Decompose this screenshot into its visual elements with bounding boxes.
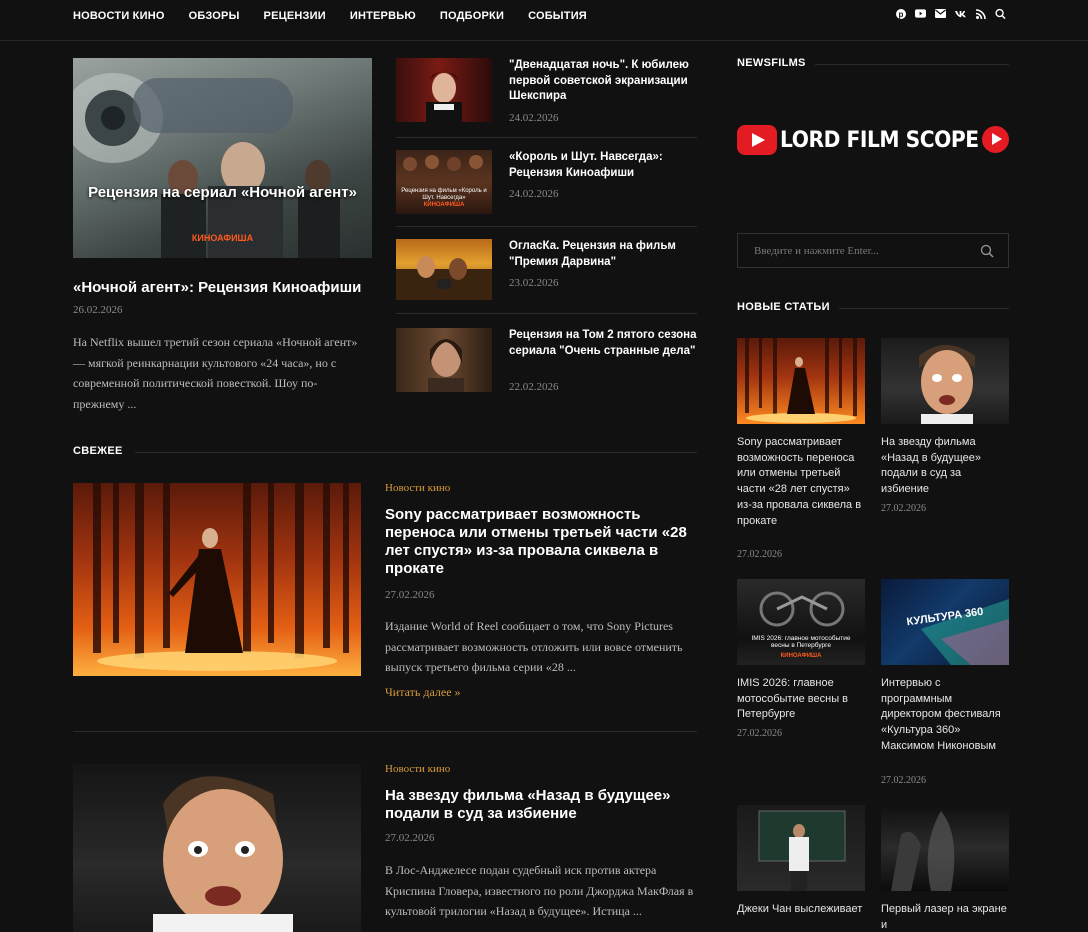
vk-icon[interactable] — [955, 8, 966, 19]
fresh-post-image[interactable] — [73, 483, 361, 676]
nav-item-collections[interactable]: ПОДБОРКИ — [440, 10, 504, 22]
sidebar-article-date: 27.02.2026 — [737, 728, 782, 739]
rss-icon[interactable] — [975, 8, 986, 19]
play-logo-icon — [737, 125, 777, 155]
list-item[interactable]: ОгласКа. Рецензия на фильм "Премия Дарви… — [396, 239, 697, 301]
sidebar-thumb-brand: КИНОАФИША — [780, 653, 822, 659]
nav-item-critiques[interactable]: РЕЦЕНЗИИ — [264, 10, 326, 22]
divider — [73, 731, 697, 732]
sidebar-article-thumbnail[interactable] — [881, 805, 1009, 891]
main-menu: НОВОСТИ КИНО ОБЗОРЫ РЕЦЕНЗИИ ИНТЕРВЬЮ ПО… — [73, 0, 587, 31]
sidebar-article-thumbnail[interactable]: КУЛЬТУРА 360 — [881, 579, 1009, 665]
list-item-thumbnail[interactable] — [396, 328, 492, 392]
divider — [135, 452, 697, 453]
nav-item-events[interactable]: СОБЫТИЯ — [528, 10, 587, 22]
post-category[interactable]: Новости кино — [385, 482, 450, 494]
section-heading-fresh: СВЕЖЕЕ — [73, 445, 123, 457]
sidebar-article-thumbnail[interactable] — [737, 338, 865, 424]
sidebar-article-title[interactable]: Sony рассматривает возможность переноса … — [737, 435, 865, 529]
list-item-title[interactable]: ОгласКа. Рецензия на фильм "Премия Дарви… — [509, 239, 697, 270]
sidebar-article-title[interactable]: Первый лазер на экране и — [881, 902, 1009, 932]
sidebar-heading-new: НОВЫЕ СТАТЬИ — [737, 301, 830, 313]
list-item[interactable]: Рецензия на фильм «Король и Шут. Навсегд… — [396, 150, 697, 214]
sidebar-article-title[interactable]: IMIS 2026: главное мотособытие весны в П… — [737, 676, 865, 723]
sidebar-article-card[interactable]: IMIS 2026: главное мотособытие весны в П… — [737, 579, 865, 744]
list-item-date: 22.02.2026 — [509, 381, 559, 393]
play-circle-icon — [982, 126, 1009, 153]
top-navigation-bar: НОВОСТИ КИНО ОБЗОРЫ РЕЦЕНЗИИ ИНТЕРВЬЮ ПО… — [0, 0, 1088, 41]
svg-text:p: p — [898, 10, 903, 19]
email-icon[interactable] — [935, 8, 946, 19]
divider — [815, 64, 1009, 65]
pinterest-icon[interactable]: p — [895, 8, 906, 19]
featured-image[interactable]: Рецензия на сериал «Ночной агент» КИНОАФ… — [73, 58, 372, 258]
fresh-post-image[interactable] — [73, 764, 361, 932]
sidebar-heading-newsfilms: NEWSFILMS — [737, 57, 806, 69]
list-item-title[interactable]: "Двенадцатая ночь". К юбилею первой сове… — [509, 58, 697, 105]
sidebar-article-card[interactable]: Первый лазер на экране и — [881, 805, 1009, 932]
list-item-title[interactable]: Рецензия на Том 2 пятого сезона сериала … — [509, 328, 697, 359]
read-more-link[interactable]: Читать далее » — [385, 685, 461, 700]
divider — [396, 313, 697, 314]
search-icon[interactable] — [995, 8, 1006, 19]
logo-text: LORD FILM SCOPE — [780, 127, 979, 153]
youtube-icon[interactable] — [915, 8, 926, 19]
post-category[interactable]: Новости кино — [385, 763, 450, 775]
divider — [396, 226, 697, 227]
sidebar-article-date: 27.02.2026 — [881, 775, 926, 786]
featured-image-brand: КИНОАФИША — [191, 233, 254, 243]
sidebar-article-card[interactable]: КУЛЬТУРА 360 Интервью с программным дире… — [881, 579, 1009, 791]
sidebar-article-card[interactable]: Джеки Чан выслеживает — [737, 805, 865, 932]
fresh-post-excerpt: Издание World of Reel сообщает о том, чт… — [385, 619, 683, 674]
social-icons: p — [895, 8, 1006, 19]
list-item-date: 24.02.2026 — [509, 112, 559, 124]
sidebar-article-card[interactable]: Sony рассматривает возможность переноса … — [737, 338, 865, 568]
list-item-date: 24.02.2026 — [509, 188, 559, 200]
list-item-thumb-brand: КИНОАФИША — [423, 202, 465, 208]
featured-title[interactable]: «Ночной агент»: Рецензия Киноафиши — [73, 278, 373, 298]
sidebar-article-date: 27.02.2026 — [737, 549, 782, 560]
nav-item-reviews[interactable]: ОБЗОРЫ — [189, 10, 240, 22]
list-item-thumb-text: Рецензия на фильм «Король и Шут. Навсегд… — [401, 188, 487, 201]
divider — [839, 308, 1009, 309]
list-item-thumbnail[interactable] — [396, 58, 492, 122]
list-item-title[interactable]: «Король и Шут. Навсегда»: Рецензия Киноа… — [509, 150, 697, 181]
sidebar-article-thumbnail[interactable]: IMIS 2026: главное мотособытие весны в П… — [737, 579, 865, 665]
fresh-post-title[interactable]: Sony рассматривает возможность переноса … — [385, 506, 697, 578]
list-item[interactable]: Рецензия на Том 2 пятого сезона сериала … — [396, 328, 697, 393]
search-input[interactable] — [738, 234, 968, 267]
sidebar-article-thumbnail[interactable] — [881, 338, 1009, 424]
nav-item-news[interactable]: НОВОСТИ КИНО — [73, 10, 165, 22]
sidebar-article-title[interactable]: Интервью с программным директором фестив… — [881, 676, 1009, 755]
lord-film-scope-logo[interactable]: LORD FILM SCOPE — [737, 124, 1009, 156]
fresh-post-excerpt: В Лос-Анджелесе подан судебный иск проти… — [385, 863, 694, 918]
featured-excerpt: На Netflix вышел третий сезон сериала «Н… — [73, 335, 358, 411]
fresh-post-date: 27.02.2026 — [385, 832, 435, 844]
featured-image-caption: Рецензия на сериал «Ночной агент» — [88, 184, 357, 201]
list-item-thumbnail[interactable] — [396, 239, 492, 300]
search-icon[interactable] — [980, 244, 994, 263]
sidebar-article-date: 27.02.2026 — [881, 503, 926, 514]
featured-date: 26.02.2026 — [73, 304, 123, 316]
sidebar-article-title[interactable]: На звезду фильма «Назад в будущее» подал… — [881, 435, 1009, 498]
nav-item-interviews[interactable]: ИНТЕРВЬЮ — [350, 10, 416, 22]
sidebar-thumb-text: IMIS 2026: главное мотособытие весны в П… — [751, 635, 851, 649]
list-item-thumbnail[interactable]: Рецензия на фильм «Король и Шут. Навсегд… — [396, 150, 492, 214]
fresh-post-title[interactable]: На звезду фильма «Назад в будущее» подал… — [385, 787, 697, 823]
sidebar-article-title[interactable]: Джеки Чан выслеживает — [737, 902, 865, 918]
sidebar-article-thumbnail[interactable] — [737, 805, 865, 891]
fresh-post-date: 27.02.2026 — [385, 589, 435, 601]
sidebar-article-card[interactable]: На звезду фильма «Назад в будущее» подал… — [881, 338, 1009, 518]
list-item-date: 23.02.2026 — [509, 277, 559, 289]
divider — [396, 137, 697, 138]
list-item[interactable]: "Двенадцатая ночь". К юбилею первой сове… — [396, 58, 697, 128]
sidebar-search — [737, 233, 1009, 268]
